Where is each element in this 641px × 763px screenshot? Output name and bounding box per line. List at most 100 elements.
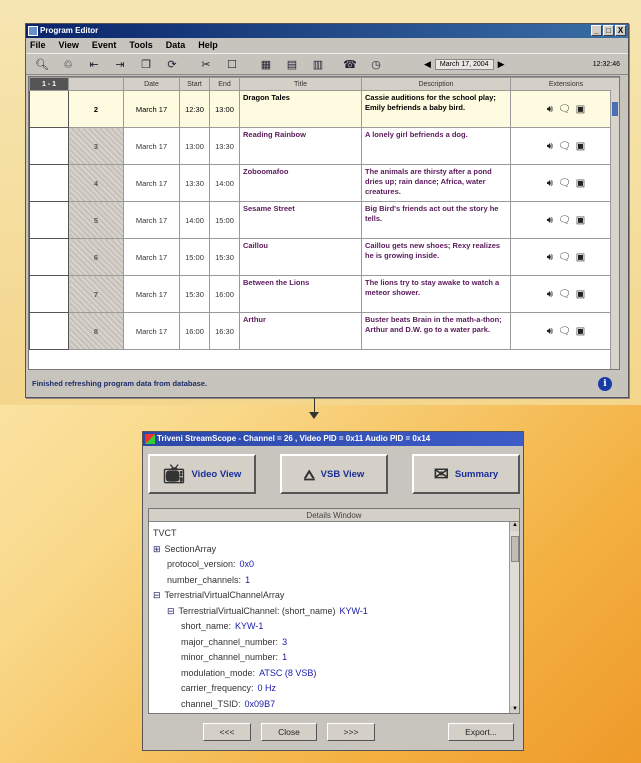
table-row[interactable]: 5 March 17 14:00 15:00 Sesame Street Big Bird…	[29, 201, 619, 239]
speaker-icon[interactable]: 🔊︎	[547, 178, 553, 189]
title-cell[interactable]: Sesame Street	[239, 201, 362, 239]
end-cell[interactable]: 16:00	[209, 275, 240, 313]
tree-node[interactable]: number_channels: 1	[153, 573, 519, 589]
menu-help[interactable]: Help	[198, 38, 218, 53]
refresh-icon[interactable]: ⟳	[164, 56, 180, 72]
date-cell[interactable]: March 17	[123, 164, 180, 202]
end-cell[interactable]: 13:00	[209, 90, 240, 128]
end-cell[interactable]: 15:30	[209, 238, 240, 276]
date-cell[interactable]: March 17	[123, 90, 180, 128]
date-field[interactable]: March 17, 2004	[434, 58, 494, 70]
header-description[interactable]: Description	[361, 77, 511, 91]
row-number[interactable]: 4	[68, 164, 124, 202]
tree-node[interactable]: major_channel_number: 3	[153, 635, 519, 651]
caption-icon[interactable]: 🗨︎	[558, 326, 571, 337]
speaker-icon[interactable]: 🔊︎	[547, 289, 553, 300]
start-cell[interactable]: 15:00	[179, 238, 210, 276]
grid-scrollbar[interactable]	[610, 90, 619, 369]
video-view-button[interactable]: 📺︎ Video View	[148, 454, 256, 494]
table-row[interactable]: 8 March 17 16:00 16:30 Arthur Buster beats Br…	[29, 312, 619, 350]
description-cell[interactable]: The lions try to stay awake to watch a m…	[361, 275, 511, 313]
tree-toggle-icon[interactable]: ⊟	[153, 590, 161, 600]
next-date-icon[interactable]: ▶	[498, 59, 505, 70]
date-cell[interactable]: March 17	[123, 275, 180, 313]
maximize-button[interactable]: □	[603, 25, 614, 36]
menu-event[interactable]: Event	[92, 38, 117, 53]
tree-toggle-icon[interactable]: ⊟	[167, 606, 175, 616]
row-number[interactable]: 2	[68, 90, 124, 128]
speaker-icon[interactable]: 🔊︎	[547, 104, 553, 115]
date-cell[interactable]: March 17	[123, 127, 180, 165]
end-cell[interactable]: 16:30	[209, 312, 240, 350]
trash-icon[interactable]: ♲	[60, 56, 76, 72]
layout-icon[interactable]: ▥	[310, 56, 326, 72]
image-icon[interactable]: ▣	[576, 289, 585, 300]
close-button[interactable]: Close	[261, 723, 317, 741]
start-cell[interactable]: 13:30	[179, 164, 210, 202]
caption-icon[interactable]: 🗨︎	[558, 141, 571, 152]
tree-node[interactable]: channel_TSID: 0x09B7	[153, 697, 519, 713]
description-cell[interactable]: Big Bird's friends act out the story he …	[361, 201, 511, 239]
row-number[interactable]: 8	[68, 312, 124, 350]
details-scrollbar[interactable]: ▲ ▼	[509, 522, 519, 713]
caption-icon[interactable]: 🗨︎	[558, 215, 571, 226]
vsb-view-button[interactable]: ⩟ VSB View	[280, 454, 388, 494]
image-icon[interactable]: ▣	[576, 104, 585, 115]
start-cell[interactable]: 16:00	[179, 312, 210, 350]
prev-button[interactable]: <<<	[203, 723, 251, 741]
copy-icon[interactable]: ❐	[138, 56, 154, 72]
prev-date-icon[interactable]: ◀	[424, 59, 431, 70]
tree-node[interactable]: protocol_version: 0x0	[153, 557, 519, 573]
caption-icon[interactable]: 🗨︎	[558, 178, 571, 189]
title-cell[interactable]: Zoboomafoo	[239, 164, 362, 202]
tree-node[interactable]: TVCT	[153, 526, 519, 542]
export-button[interactable]: Export...	[448, 723, 514, 741]
tree-node[interactable]: ⊟ TerrestrialVirtualChannelArray	[153, 588, 519, 604]
info-icon[interactable]: i	[598, 377, 612, 391]
start-cell[interactable]: 14:00	[179, 201, 210, 239]
caption-icon[interactable]: 🗨︎	[558, 104, 571, 115]
start-cell[interactable]: 12:30	[179, 90, 210, 128]
date-cell[interactable]: March 17	[123, 201, 180, 239]
description-cell[interactable]: The animals are thirsty after a pond dri…	[361, 164, 511, 202]
speaker-icon[interactable]: 🔊︎	[547, 326, 553, 337]
description-cell[interactable]: A lonely girl befriends a dog.	[361, 127, 511, 165]
details-scroll-thumb[interactable]	[511, 536, 519, 562]
date-cell[interactable]: March 17	[123, 312, 180, 350]
summary-button[interactable]: ✉ Summary	[412, 454, 520, 494]
table-row[interactable]: 4 March 17 13:30 14:00 Zoboomafoo The animals…	[29, 164, 619, 202]
row-number[interactable]: 5	[68, 201, 124, 239]
header-title[interactable]: Title	[239, 77, 362, 91]
link-icon[interactable]: ✂	[198, 56, 214, 72]
description-cell[interactable]: Buster beats Brain in the math-a-thon; A…	[361, 312, 511, 350]
image-icon[interactable]: ▣	[576, 178, 585, 189]
title-cell[interactable]: Arthur	[239, 312, 362, 350]
table-row[interactable]: 2 March 17 12:30 13:00 Dragon Tales Cassie au…	[29, 90, 619, 128]
end-cell[interactable]: 14:00	[209, 164, 240, 202]
menu-file[interactable]: File	[30, 38, 46, 53]
phone-icon[interactable]: ☎	[342, 56, 358, 72]
tree-toggle-icon[interactable]: ⊞	[153, 544, 161, 554]
end-cell[interactable]: 15:00	[209, 201, 240, 239]
table-row[interactable]: 3 March 17 13:00 13:30 Reading Rainbow A lone…	[29, 127, 619, 165]
image-icon[interactable]: ▣	[576, 252, 585, 263]
title-cell[interactable]: Between the Lions	[239, 275, 362, 313]
next-button[interactable]: >>>	[327, 723, 375, 741]
menu-view[interactable]: View	[59, 38, 79, 53]
description-cell[interactable]: Caillou gets new shoes; Rexy realizes he…	[361, 238, 511, 276]
clock-icon[interactable]: ◷	[368, 56, 384, 72]
header-date[interactable]: Date	[123, 77, 180, 91]
minimize-button[interactable]: _	[591, 25, 602, 36]
caption-icon[interactable]: 🗨︎	[558, 289, 571, 300]
table-row[interactable]: 6 March 17 15:00 15:30 Caillou Caillou gets n…	[29, 238, 619, 276]
image-icon[interactable]: ▣	[576, 141, 585, 152]
row-number[interactable]: 3	[68, 127, 124, 165]
table-row[interactable]: 7 March 17 15:30 16:00 Between the Lions The …	[29, 275, 619, 313]
row-number[interactable]: 6	[68, 238, 124, 276]
description-cell[interactable]: Cassie auditions for the school play; Em…	[361, 90, 511, 128]
page-icon[interactable]: ☐	[224, 56, 240, 72]
header-end[interactable]: End	[209, 77, 240, 91]
grid-view-icon[interactable]: ▦	[258, 56, 274, 72]
title-cell[interactable]: Dragon Tales	[239, 90, 362, 128]
date-cell[interactable]: March 17	[123, 238, 180, 276]
